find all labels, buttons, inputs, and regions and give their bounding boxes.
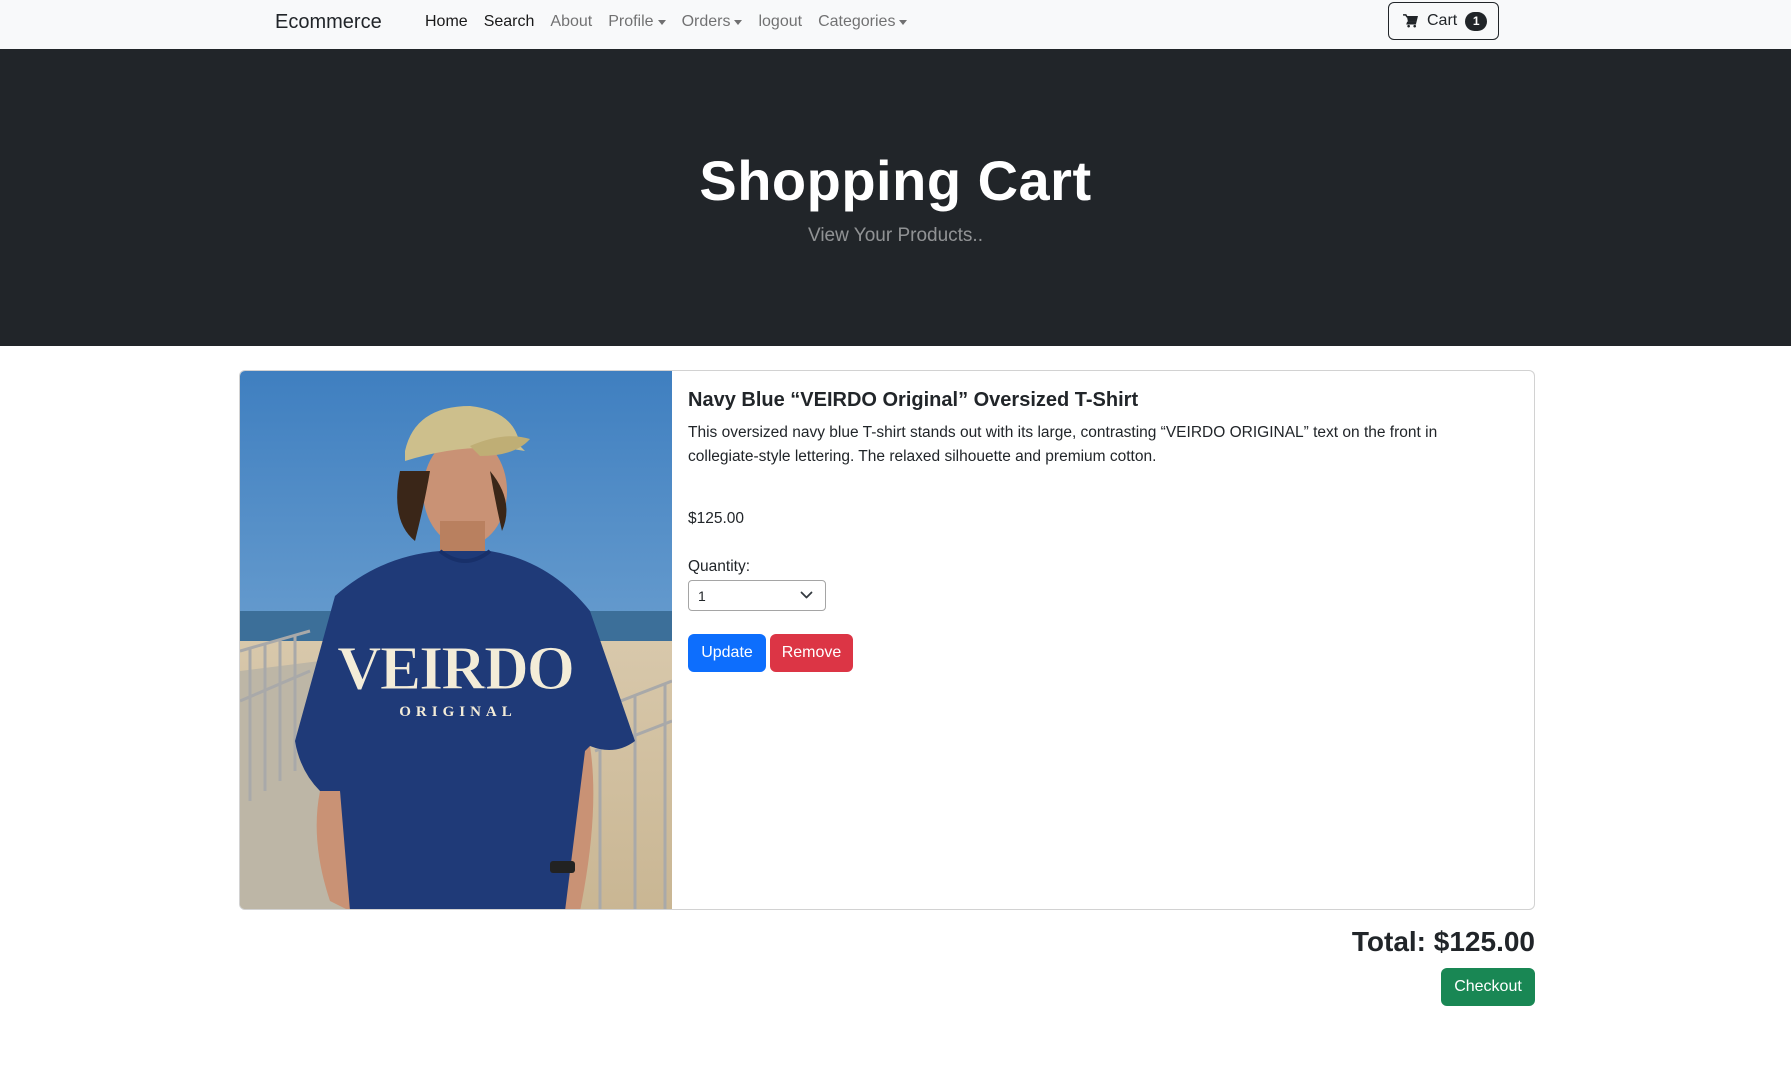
page-header: Shopping Cart View Your Products.. [0, 49, 1791, 346]
page-title: Shopping Cart [699, 149, 1092, 212]
svg-text:VEIRDO: VEIRDO [337, 635, 573, 703]
nav-home[interactable]: Home [425, 13, 468, 31]
nav-profile-label: Profile [608, 13, 654, 30]
nav-logout[interactable]: logout [758, 13, 802, 31]
nav-about-label: About [550, 13, 593, 30]
nav-categories-dropdown[interactable]: Categories [818, 13, 908, 31]
nav-search[interactable]: Search [484, 13, 535, 31]
brand-link[interactable]: Ecommerce [275, 11, 382, 34]
svg-text:ORIGINAL: ORIGINAL [399, 704, 517, 720]
cart-button[interactable]: Cart 1 [1388, 2, 1499, 40]
nav-logout-label: logout [758, 13, 803, 30]
update-button[interactable]: Update [688, 634, 766, 672]
quantity-select[interactable]: 1 [688, 580, 826, 611]
nav-home-label: Home [425, 13, 468, 30]
quantity-value: 1 [698, 587, 706, 604]
nav-orders-label: Orders [681, 13, 731, 30]
nav-profile-dropdown[interactable]: Profile [608, 13, 666, 31]
cart-count-badge: 1 [1465, 11, 1488, 31]
page-subtitle: View Your Products.. [808, 225, 983, 246]
quantity-label: Quantity: [688, 558, 751, 575]
chevron-down-icon [800, 591, 813, 599]
cart-item-card: VEIRDO ORIGINAL Navy Blue “VEIRDO Origin… [239, 370, 1535, 910]
nav-about[interactable]: About [550, 13, 592, 31]
cart-total: Total: $125.00 [1351, 926, 1535, 957]
caret-down-icon [899, 19, 908, 25]
remove-button[interactable]: Remove [770, 634, 853, 672]
product-title: Navy Blue “VEIRDO Original” Oversized T-… [688, 389, 1139, 411]
checkout-button[interactable]: Checkout [1441, 968, 1535, 1006]
cart-icon [1403, 14, 1418, 28]
caret-down-icon [657, 19, 666, 25]
nav-categories-label: Categories [818, 13, 896, 30]
cart-label: Cart [1427, 12, 1458, 29]
nav-menu: Home Search About Profile Orders logout … [425, 13, 923, 31]
product-image: VEIRDO ORIGINAL [240, 371, 672, 909]
navbar: Ecommerce Home Search About Profile Orde… [0, 0, 1791, 49]
nav-search-label: Search [483, 13, 535, 30]
product-price: $125.00 [688, 510, 745, 527]
caret-down-icon [734, 19, 743, 25]
nav-orders-dropdown[interactable]: Orders [682, 13, 743, 31]
product-description: This oversized navy blue T-shirt stands … [688, 424, 1438, 465]
